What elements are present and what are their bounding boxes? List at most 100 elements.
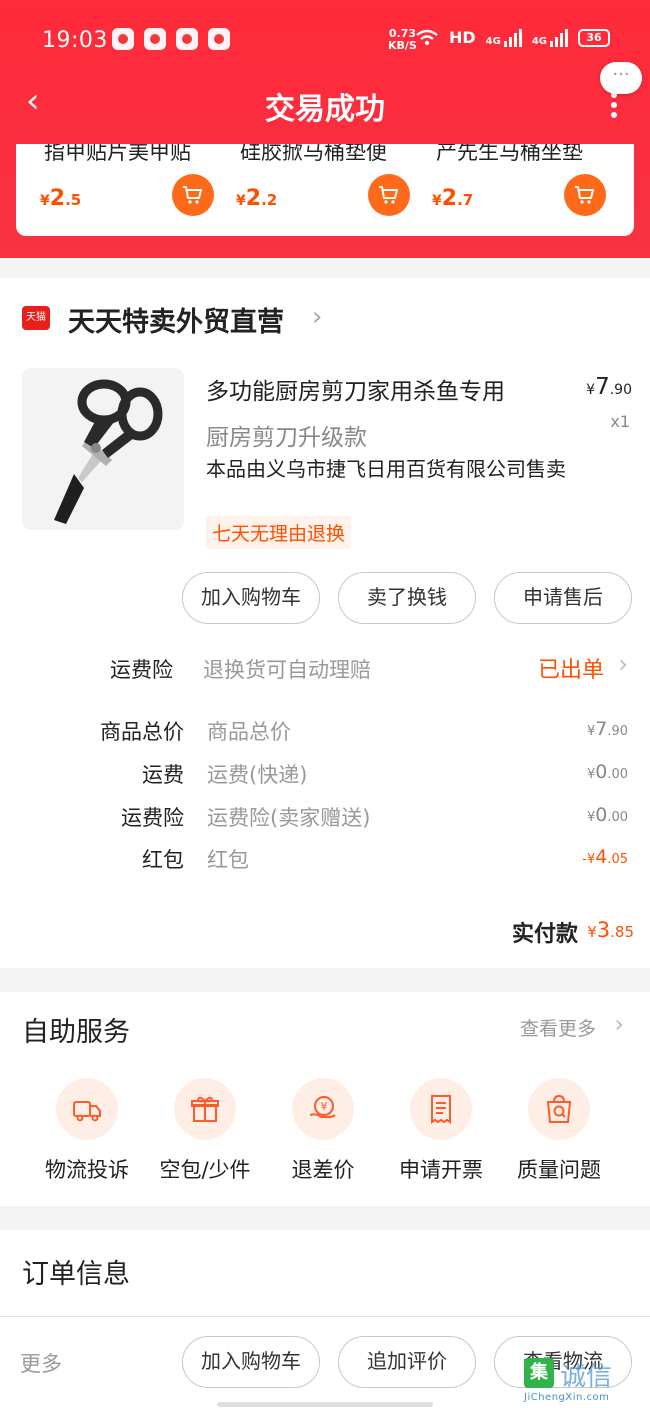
currency-symbol: ¥ (586, 810, 596, 825)
total-paid-label: 实付款 (511, 922, 578, 947)
price-decimal: .90 (609, 382, 632, 398)
floating-menu-button[interactable]: ··· (600, 62, 642, 94)
store-name[interactable]: 天天特卖外贸直营 (68, 300, 284, 339)
receipt-icon (410, 1078, 472, 1140)
cart-icon (379, 186, 398, 204)
weibo-notification-icon (208, 28, 230, 50)
recommendation-item[interactable]: 产先生马桶坐垫 ¥2.7 (408, 144, 606, 236)
service-quality-issue[interactable]: 质量问题 (504, 1078, 614, 1188)
view-more-link[interactable]: 查看更多 (520, 1014, 596, 1041)
chevron-right-icon[interactable]: › (618, 650, 628, 678)
price-integer: 7 (595, 718, 608, 740)
price-row-desc: 商品总价 (207, 720, 291, 744)
service-invoice[interactable]: 申请开票 (386, 1078, 496, 1188)
app-notification-icon (144, 28, 166, 50)
add-to-cart-button[interactable]: 加入购物车 (182, 1336, 320, 1388)
add-to-cart-button[interactable]: 加入购物车 (182, 572, 320, 624)
quality-bag-icon (528, 1078, 590, 1140)
recommendation-name: 产先生马桶坐垫 (436, 144, 583, 164)
refund-coin-icon: ¥ (292, 1078, 354, 1140)
watermark-url: JiChengXin.com (524, 1392, 610, 1403)
service-label: 申请开票 (399, 1158, 483, 1182)
service-price-refund[interactable]: ¥ 退差价 (268, 1078, 378, 1188)
site-watermark: 集 诚信 JiChengXin.com (520, 1354, 648, 1408)
section-title: 订单信息 (22, 1259, 130, 1290)
currency-symbol: ¥ (40, 193, 50, 209)
home-indicator[interactable] (217, 1402, 433, 1407)
add-to-cart-button[interactable] (564, 174, 606, 216)
currency-symbol: -¥ (582, 852, 596, 867)
price-integer: 0 (595, 761, 608, 783)
order-product-section: 天猫 天天特卖外贸直营 › 多功能厨房剪刀家用杀鱼专用 ¥7.90 x1 厨房剪… (0, 278, 650, 968)
product-image[interactable] (22, 368, 184, 530)
service-label: 退差价 (291, 1158, 355, 1182)
price-row-value: ¥0.00 (587, 804, 628, 826)
tmall-logo: 天猫 (22, 306, 50, 330)
price-decimal: .85 (610, 923, 634, 941)
shipping-insurance-status[interactable]: 已出单 (538, 652, 604, 684)
sell-item-button[interactable]: 卖了换钱 (338, 572, 476, 624)
price-row-label: 红包 (142, 848, 184, 872)
service-empty-package[interactable]: 空包/少件 (150, 1078, 260, 1188)
net-speed-unit: KB/S (388, 39, 417, 52)
network-type: 4G (531, 35, 547, 47)
nav-bar: ‹ 交易成功 (0, 70, 650, 134)
net-speed: 0.73 KB/S (388, 28, 417, 52)
service-label: 物流投诉 (45, 1158, 129, 1182)
shipping-insurance-label: 运费险 (110, 658, 173, 682)
price-integer: 2 (441, 186, 458, 211)
product-title[interactable]: 多功能厨房剪刀家用杀鱼专用 (206, 372, 505, 406)
price-row: 运费 运费(快递) ¥0.00 (0, 759, 650, 789)
cart-icon (575, 186, 594, 204)
currency-symbol: ¥ (586, 767, 596, 782)
price-row-desc: 运费(快递) (207, 763, 308, 787)
app-notification-icon (112, 28, 134, 50)
recommendation-item[interactable]: 硅胶掀马桶垫便 ¥2.2 (212, 144, 410, 236)
price-row-label: 商品总价 (100, 720, 184, 744)
cart-icon (183, 186, 202, 204)
price-integer: 3 (596, 918, 611, 942)
price-decimal: .90 (607, 724, 628, 739)
price-row-value: -¥4.05 (582, 846, 628, 868)
service-logistics-complaint[interactable]: 物流投诉 (32, 1078, 142, 1188)
product-price: ¥7.90 (586, 374, 632, 400)
recommendation-item[interactable]: 指甲贴片美甲贴 ¥2.5 (16, 144, 214, 236)
price-integer: 0 (595, 804, 608, 826)
watermark-badge: 集 (524, 1358, 554, 1388)
svg-text:¥: ¥ (321, 1100, 328, 1113)
price-row: 商品总价 商品总价 ¥7.90 (0, 716, 650, 746)
recommendation-name: 指甲贴片美甲贴 (44, 144, 191, 164)
signal-icon: 4G (531, 28, 568, 47)
header-background: 19:03 0.73 KB/S HD 4G 4G 36 ‹ 交易成功 ··· 指… (0, 0, 650, 258)
app-notification-icon (176, 28, 198, 50)
price-row-value: ¥7.90 (587, 718, 628, 740)
price-row-label: 运费险 (121, 806, 184, 830)
signal-icon: 4G (486, 28, 522, 47)
add-to-cart-button[interactable] (368, 174, 410, 216)
add-to-cart-button[interactable] (172, 174, 214, 216)
chevron-right-icon[interactable]: › (312, 302, 322, 332)
more-actions-link[interactable]: 更多 (20, 1348, 62, 1378)
recommendation-price: ¥2.2 (236, 186, 277, 211)
return-policy-badge: 七天无理由退换 (206, 516, 352, 549)
price-row-label: 运费 (142, 763, 184, 787)
product-seller: 本品由义乌市捷飞日用百货有限公司售卖 (206, 457, 566, 481)
hd-label: HD (448, 28, 476, 47)
price-decimal: .00 (607, 810, 628, 825)
price-integer: 2 (49, 186, 66, 211)
more-options-icon[interactable] (608, 92, 620, 122)
price-decimal: .5 (65, 191, 82, 209)
after-sale-button[interactable]: 申请售后 (494, 572, 632, 624)
status-bar: 19:03 0.73 KB/S HD 4G 4G 36 (0, 18, 650, 62)
watermark-text: 诚信 (560, 1362, 613, 1392)
truck-icon (56, 1078, 118, 1140)
battery-icon: 36 (578, 28, 610, 47)
shipping-insurance-desc: 退换货可自动理赔 (203, 658, 371, 682)
price-row: 运费险 运费险(卖家赠送) ¥0.00 (0, 802, 650, 832)
price-integer: 4 (595, 846, 608, 868)
chevron-right-icon[interactable]: › (614, 1010, 624, 1038)
price-row: 红包 红包 -¥4.05 (0, 844, 650, 874)
add-review-button[interactable]: 追加评价 (338, 1336, 476, 1388)
recommendations-card: 指甲贴片美甲贴 ¥2.5 硅胶掀马桶垫便 ¥2.2 产先生马桶坐垫 ¥2.7 (16, 144, 634, 236)
divider (0, 1316, 650, 1317)
